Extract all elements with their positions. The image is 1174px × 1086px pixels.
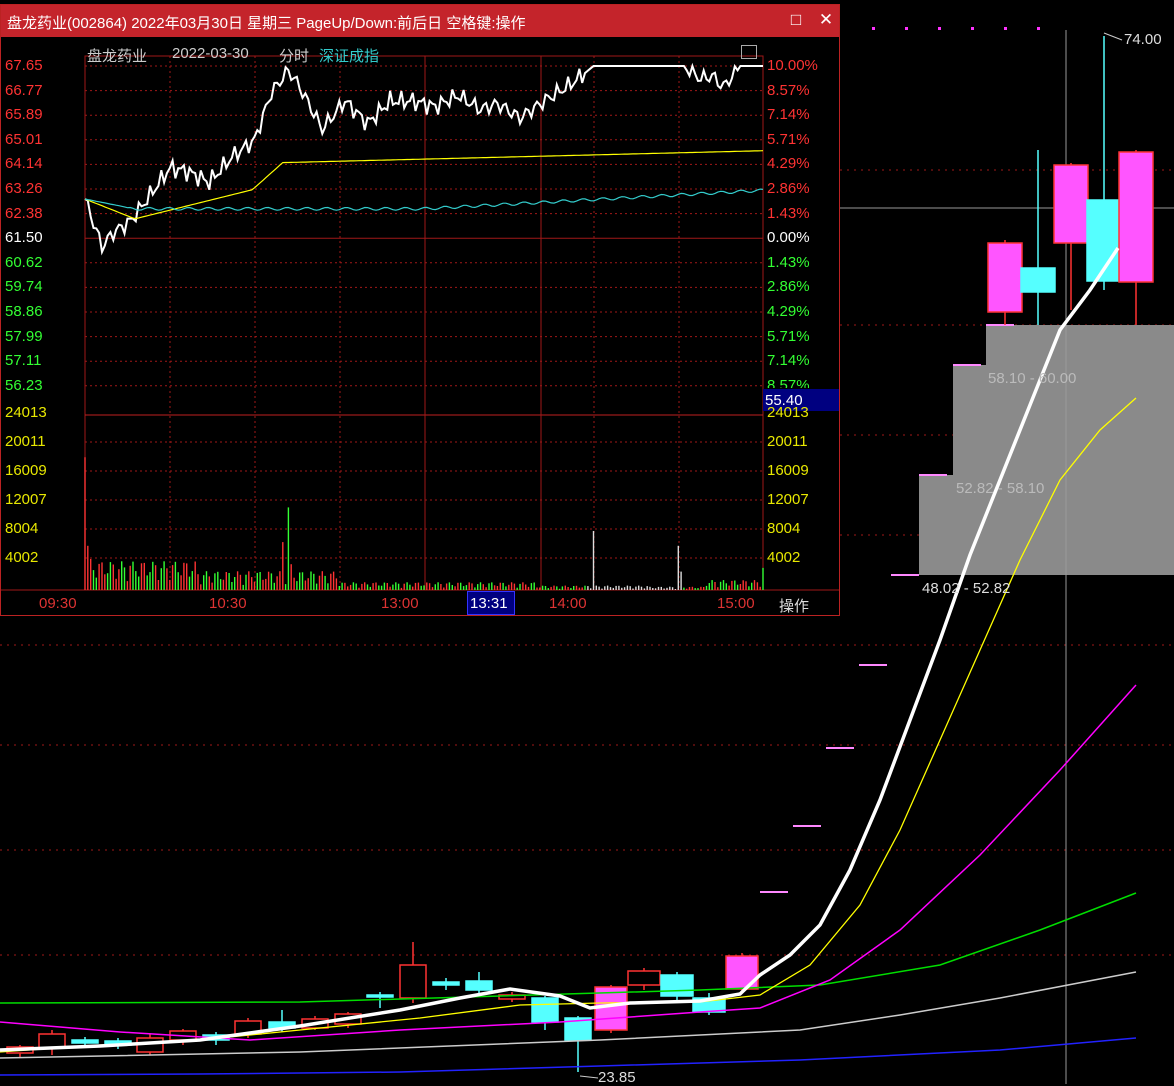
intraday-chart[interactable] — [1, 37, 839, 615]
price-tick-label: 63.26 — [5, 180, 43, 197]
volume-tick-label: 24013 — [5, 404, 47, 421]
ma20-line — [0, 684, 1137, 1041]
chip-band-label: 58.10 - 60.00 — [988, 370, 1077, 387]
price-tick-label: 60.62 — [5, 253, 43, 271]
candle-body — [1020, 267, 1056, 293]
volume-tick-label: 16009 — [5, 462, 47, 479]
price-tick-label: 65.89 — [5, 106, 43, 124]
price-tick-label: 56.23 — [5, 376, 43, 394]
volume-tick-label: 20011 — [5, 433, 46, 450]
marker-dot — [872, 27, 875, 30]
marker-dot — [971, 27, 974, 30]
high-pointer — [1103, 32, 1123, 41]
pct-tick-label: 8.57% — [767, 81, 810, 99]
price-tick-label: 57.11 — [5, 352, 42, 370]
price-tick-label: 62.38 — [5, 204, 43, 222]
candle-body — [465, 980, 493, 991]
chart-date: 2022-03-30 — [172, 45, 249, 62]
window-title: 盘龙药业(002864) 2022年03月30日 星期三 PageUp/Down… — [7, 15, 526, 32]
intraday-window[interactable]: 盘龙药业(002864) 2022年03月30日 星期三 PageUp/Down… — [0, 4, 840, 616]
chart-frame — [84, 55, 764, 591]
marker-dot — [938, 27, 941, 30]
kline-high-label: 74.00 — [1124, 31, 1162, 48]
ma30-line — [0, 892, 1137, 1004]
pct-tick-label: 1.43% — [767, 204, 810, 222]
time-label: 09:30 — [39, 595, 77, 612]
price-tick-label: 65.01 — [5, 130, 43, 148]
volume-tick-label: 8004 — [5, 520, 39, 537]
low-pointer — [579, 1075, 599, 1079]
marker-dot — [905, 27, 908, 30]
price-tick-label: 66.77 — [5, 81, 43, 99]
chip-band-label: 48.02 - 52.82 — [922, 580, 1011, 597]
price-tick-label: 57.99 — [5, 327, 43, 345]
cursor-time: 13:31 — [470, 595, 508, 612]
candle-body — [660, 974, 694, 997]
volume-tick-label: 12007 — [767, 491, 809, 508]
candle-body — [725, 955, 759, 990]
pct-tick-label: 8.57% — [767, 377, 810, 388]
candle-body — [1118, 151, 1154, 283]
candle-body — [399, 964, 427, 999]
action-button[interactable]: 操作 — [779, 595, 809, 616]
candle-body — [366, 994, 394, 998]
pct-tick-label: 0.00% — [767, 229, 810, 247]
time-label: 13:00 — [381, 595, 419, 612]
ma60-line — [0, 971, 1137, 1059]
window-titlebar[interactable]: 盘龙药业(002864) 2022年03月30日 星期三 PageUp/Down… — [1, 5, 839, 37]
pct-tick-label: 4.29% — [767, 155, 810, 173]
pct-tick-label: 4.29% — [767, 303, 810, 320]
price-tick-label: 59.74 — [5, 278, 43, 296]
average-price-line — [84, 150, 764, 220]
index-name[interactable]: 深证成指 — [319, 45, 379, 66]
volume-tick-label: 4002 — [5, 549, 39, 566]
price-tick-label: 64.14 — [5, 155, 43, 173]
pct-tick-label: 1.43% — [767, 253, 810, 271]
time-label: 10:30 — [209, 595, 247, 612]
panel-toggle-icon[interactable] — [741, 45, 757, 59]
volume-tick-label: 8004 — [767, 520, 801, 537]
candle-body — [987, 242, 1023, 313]
candle-body — [71, 1039, 99, 1044]
pct-tick-label: 5.71% — [767, 130, 810, 148]
pct-tick-label: 7.14% — [767, 352, 810, 370]
time-label: 14:00 — [549, 595, 587, 612]
volume-tick-label: 4002 — [767, 549, 801, 566]
candle-body — [627, 970, 661, 986]
volume-tick-label: 12007 — [5, 491, 47, 508]
price-tick-label: 58.86 — [5, 303, 43, 320]
close-icon[interactable]: ✕ — [815, 9, 837, 31]
time-label: 15:00 — [717, 595, 755, 612]
pct-tick-label: 2.86% — [767, 180, 810, 197]
volume-tick-label: 16009 — [767, 462, 809, 479]
price-tick-label: 61.50 — [5, 229, 43, 247]
cursor-time-box: 13:31 — [467, 591, 515, 615]
index-line — [84, 188, 764, 211]
pct-tick-label: 10.00% — [767, 57, 818, 74]
candle-body — [531, 997, 559, 1023]
marker-dot — [1037, 27, 1040, 30]
chip-band — [986, 325, 1174, 365]
chip-band-label: 52.82 - 58.10 — [956, 480, 1045, 497]
chart-mode: 分时 — [279, 48, 310, 65]
restore-icon[interactable]: □ — [785, 9, 807, 31]
volume-tick-label: 20011 — [767, 433, 808, 450]
pct-tick-label: 7.14% — [767, 106, 810, 124]
pct-tick-label: 2.86% — [767, 278, 810, 296]
marker-dot — [1004, 27, 1007, 30]
ma120-line — [0, 1037, 1137, 1076]
price-tick-label: 67.65 — [5, 57, 43, 74]
stock-name: 盘龙药业 — [87, 48, 148, 65]
volume-tick-label: 24013 — [767, 404, 809, 421]
pct-tick-label: 5.71% — [767, 327, 810, 345]
candle-body — [432, 981, 460, 986]
candle-body — [1053, 164, 1089, 244]
grid — [84, 55, 764, 591]
